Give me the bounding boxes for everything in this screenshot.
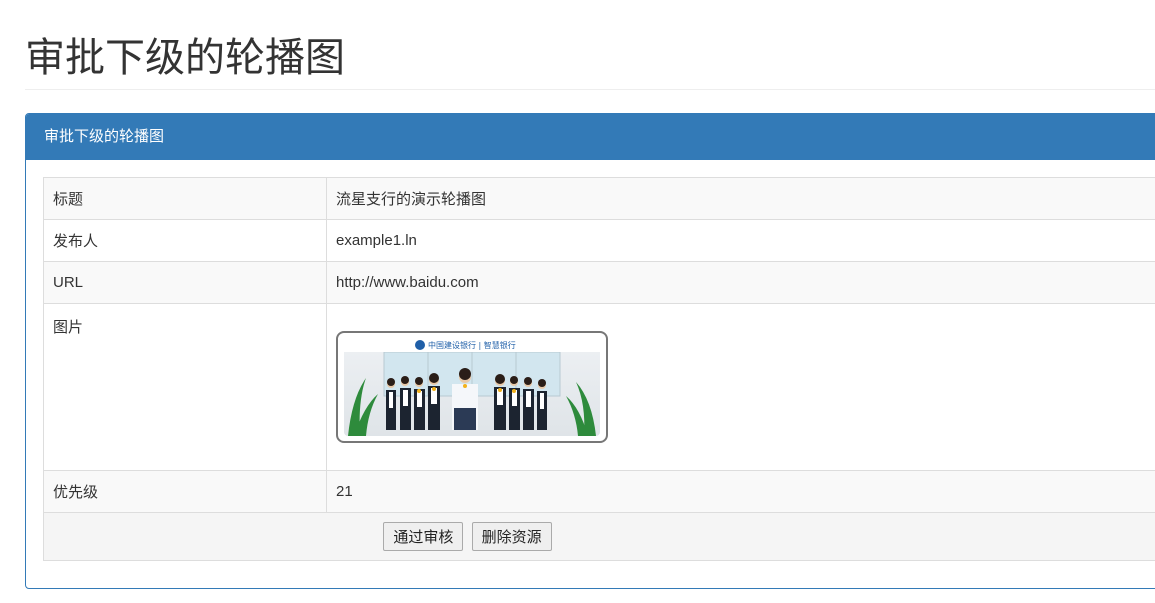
approval-panel: 审批下级的轮播图 标题 流星支行的演示轮播图 发布人 example1.ln U…	[25, 113, 1155, 589]
title-label: 标题	[43, 177, 327, 220]
carousel-image: 中国建设银行 | 智慧银行	[344, 338, 600, 436]
publisher-value: example1.ln	[326, 219, 1155, 262]
table-row-priority: 优先级 21	[43, 470, 1155, 513]
title-divider	[25, 89, 1155, 90]
image-cell: 中国建设银行 | 智慧银行	[326, 303, 1155, 471]
url-value: http://www.baidu.com	[326, 261, 1155, 304]
publisher-label: 发布人	[43, 219, 327, 262]
table-row-url: URL http://www.baidu.com	[43, 261, 1155, 304]
page: 审批下级的轮播图 审批下级的轮播图 标题 流星支行的演示轮播图 发布人 exam…	[0, 0, 1155, 603]
priority-value: 21	[326, 470, 1155, 513]
table-row-title: 标题 流星支行的演示轮播图	[43, 177, 1155, 220]
approve-button[interactable]: 通过审核	[383, 522, 464, 551]
table-row-image: 图片 中国建设银行 | 智慧银行	[43, 303, 1155, 471]
detail-table: 标题 流星支行的演示轮播图 发布人 example1.ln URL http:/…	[43, 177, 1155, 561]
table-row-publisher: 发布人 example1.ln	[43, 219, 1155, 262]
carousel-image-thumbnail: 中国建设银行 | 智慧银行	[336, 331, 608, 443]
delete-resource-button[interactable]: 删除资源	[471, 522, 552, 551]
priority-label: 优先级	[43, 470, 327, 513]
panel-heading: 审批下级的轮播图	[26, 114, 1155, 160]
title-value: 流星支行的演示轮播图	[326, 177, 1155, 220]
url-label: URL	[43, 261, 327, 304]
page-title: 审批下级的轮播图	[25, 36, 345, 80]
image-logo-text: 中国建设银行 | 智慧银行	[428, 340, 516, 350]
actions-cell: 通过审核 删除资源	[43, 512, 1155, 561]
table-row-actions: 通过审核 删除资源	[43, 512, 1155, 561]
image-label: 图片	[43, 303, 327, 471]
